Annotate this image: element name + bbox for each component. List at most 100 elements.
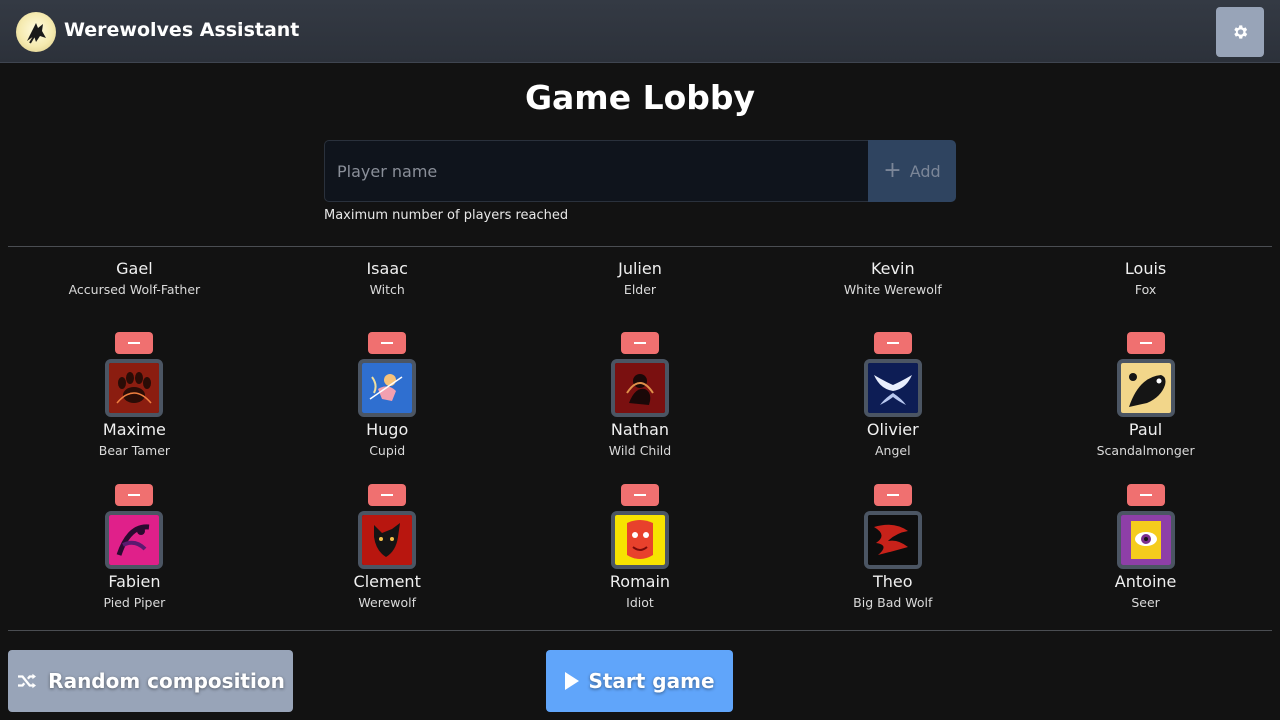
add-player-button[interactable]: + Add [868, 140, 956, 202]
remove-player-button[interactable] [1126, 332, 1165, 354]
start-game-button[interactable]: Start game [546, 650, 733, 712]
role-avatar [1116, 511, 1175, 569]
player-name: Clement [353, 572, 421, 591]
player-name: Isaac [366, 259, 408, 278]
role-avatar [1116, 359, 1175, 417]
player-role: Accursed Wolf-Father [68, 282, 201, 297]
plus-icon: + [883, 158, 902, 183]
role-avatar [610, 359, 669, 417]
start-game-label: Start game [588, 669, 715, 693]
player-name: Fabien [108, 572, 161, 591]
wild-child-icon [614, 363, 665, 413]
play-icon [565, 672, 580, 690]
top-bar: Werewolves Assistant [0, 0, 1280, 63]
player-role: Witch [369, 282, 405, 297]
minus-icon [633, 494, 646, 496]
player-role: Werewolf [358, 595, 416, 610]
werewolf-icon [362, 515, 413, 565]
remove-player-button[interactable] [873, 484, 912, 506]
remove-player-button[interactable] [115, 484, 154, 506]
player-card: Olivier Angel [766, 332, 1019, 476]
player-card: Antoine Seer [1019, 484, 1272, 628]
player-role: Scandalmonger [1096, 443, 1195, 458]
player-name: Gael [116, 259, 153, 278]
crow-icon [1120, 363, 1171, 413]
player-role: Angel [875, 443, 911, 458]
random-composition-label: Random composition [48, 669, 285, 693]
remove-player-button[interactable] [620, 484, 659, 506]
big-bad-wolf-icon [867, 515, 918, 565]
player-name: Theo [873, 572, 913, 591]
player-name: Antoine [1114, 572, 1177, 591]
player-card: Romain Idiot [514, 484, 767, 628]
minus-icon [381, 342, 394, 344]
remove-player-button[interactable] [620, 332, 659, 354]
player-role: Wild Child [608, 443, 672, 458]
player-name-input[interactable] [324, 140, 869, 202]
remove-player-button[interactable] [368, 332, 407, 354]
player-name: Olivier [866, 420, 919, 439]
app-title: Werewolves Assistant [64, 19, 300, 41]
player-card: Maxime Bear Tamer [8, 332, 261, 476]
player-name: Hugo [366, 420, 409, 439]
player-role: Elder [623, 282, 657, 297]
player-role: Pied Piper [103, 595, 166, 610]
player-card: Kevin White Werewolf [766, 256, 1019, 324]
role-avatar [863, 511, 922, 569]
page-title: Game Lobby [524, 78, 756, 117]
player-role: Cupid [369, 443, 406, 458]
minus-icon [1139, 494, 1152, 496]
minus-icon [128, 342, 141, 344]
player-name: Nathan [610, 420, 670, 439]
remove-player-button[interactable] [1126, 484, 1165, 506]
player-card: Clement Werewolf [261, 484, 514, 628]
idiot-icon [614, 515, 665, 565]
player-card: Louis Fox [1019, 256, 1272, 324]
player-name: Maxime [102, 420, 166, 439]
player-card: Nathan Wild Child [514, 332, 767, 476]
player-role: Idiot [626, 595, 654, 610]
minus-icon [128, 494, 141, 496]
divider [8, 246, 1272, 247]
settings-button[interactable] [1216, 7, 1264, 57]
player-name: Paul [1128, 420, 1163, 439]
player-card: Fabien Pied Piper [8, 484, 261, 628]
player-name: Romain [609, 572, 671, 591]
role-avatar [105, 359, 164, 417]
player-role: Fox [1134, 282, 1157, 297]
shuffle-icon [18, 673, 37, 689]
max-players-message: Maximum number of players reached [324, 208, 569, 223]
player-card: Hugo Cupid [261, 332, 514, 476]
gear-icon [1234, 25, 1248, 39]
minus-icon [886, 494, 899, 496]
role-avatar [358, 359, 417, 417]
minus-icon [633, 342, 646, 344]
players-grid: Gael Accursed Wolf-Father Isaac Witch Ju… [8, 256, 1272, 628]
role-avatar [105, 511, 164, 569]
minus-icon [381, 494, 394, 496]
player-role: Big Bad Wolf [853, 595, 933, 610]
player-name: Louis [1124, 259, 1167, 278]
role-avatar [863, 359, 922, 417]
player-card: Julien Elder [514, 256, 767, 324]
cupid-icon [362, 363, 413, 413]
player-card: Theo Big Bad Wolf [766, 484, 1019, 628]
wolf-logo-icon [16, 12, 56, 52]
player-card: Isaac Witch [261, 256, 514, 324]
player-role: Bear Tamer [98, 443, 171, 458]
angel-wings-icon [867, 363, 918, 413]
remove-player-button[interactable] [873, 332, 912, 354]
minus-icon [886, 342, 899, 344]
player-card: Gael Accursed Wolf-Father [8, 256, 261, 324]
player-name: Julien [618, 259, 662, 278]
pied-piper-icon [109, 515, 160, 565]
seer-eye-icon [1120, 515, 1171, 565]
remove-player-button[interactable] [115, 332, 154, 354]
divider [8, 630, 1272, 631]
remove-player-button[interactable] [368, 484, 407, 506]
random-composition-button[interactable]: Random composition [8, 650, 293, 712]
add-button-label: Add [909, 161, 941, 181]
bear-paw-icon [109, 363, 160, 413]
player-name: Kevin [870, 259, 915, 278]
role-avatar [610, 511, 669, 569]
